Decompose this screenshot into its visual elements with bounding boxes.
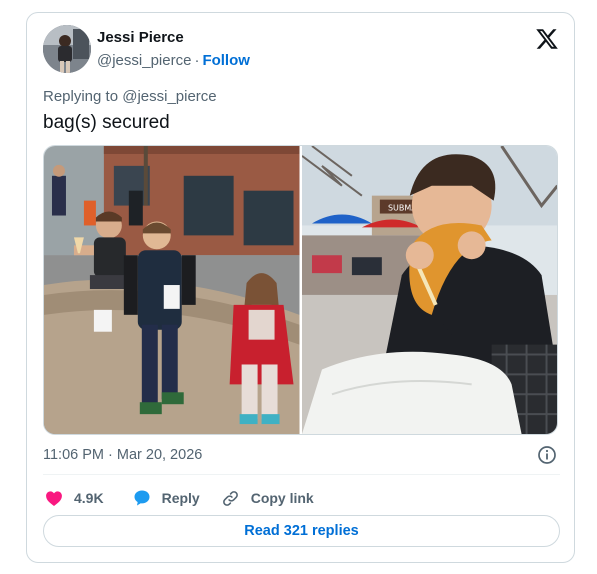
speech-bubble-icon [131,487,153,509]
divider [43,474,560,475]
copy-link-label: Copy link [250,490,314,506]
like-count: 4.9K [74,490,104,506]
reply-label: Reply [161,490,200,506]
reply-button[interactable]: Reply [131,487,200,509]
info-icon[interactable] [537,445,557,465]
avatar[interactable] [43,25,91,73]
like-button[interactable]: 4.9K [43,487,104,509]
follow-button[interactable]: Follow [202,52,250,69]
x-logo-icon[interactable] [535,27,559,51]
author-handle-row: @jessi_pierce · Follow [97,52,250,69]
media-grid: SUBMARINE [43,145,558,435]
photo-boy-eating-sub[interactable]: SUBMARINE [301,146,557,434]
read-replies-button[interactable]: Read 321 replies [43,515,560,547]
photo-kids-on-ledge[interactable] [44,146,300,434]
heart-icon [43,487,65,509]
author-handle[interactable]: @jessi_pierce [97,52,191,69]
tweet-card: Jessi Pierce @jessi_pierce · Follow Replyi… [26,12,575,563]
action-bar: 4.9K Reply Copy link [43,485,334,511]
author-name[interactable]: Jessi Pierce [97,29,184,46]
tweet-text: bag(s) secured [43,112,170,133]
avatar-photo [43,25,91,73]
link-icon [220,487,242,509]
reply-context[interactable]: Replying to @jessi_pierce [43,88,217,105]
copy-link-button[interactable]: Copy link [220,487,314,509]
separator-dot: · [194,52,200,69]
timestamp[interactable]: 11:06 PM · Mar 20, 2026 [43,447,202,463]
